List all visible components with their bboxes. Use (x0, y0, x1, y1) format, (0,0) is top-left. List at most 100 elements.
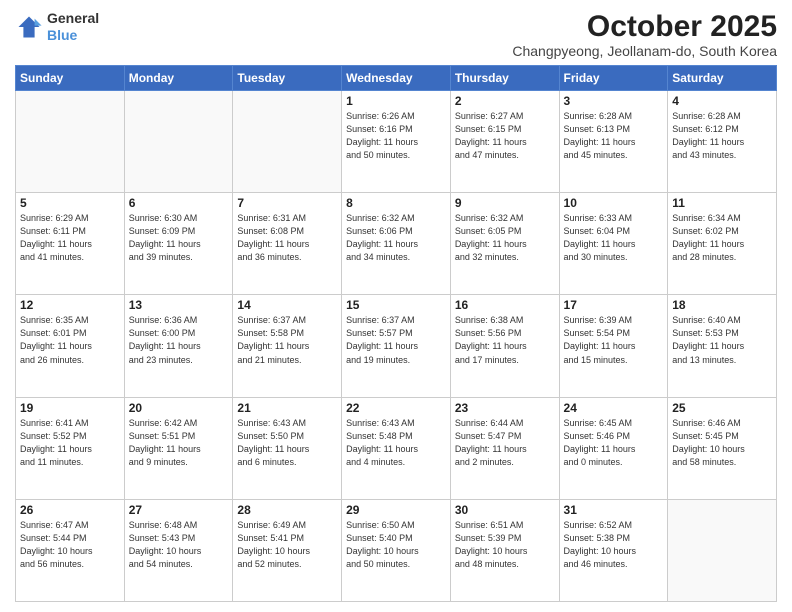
calendar-cell: 24 Sunrise: 6:45 AM Sunset: 5:46 PM Dayli… (559, 397, 668, 499)
calendar-cell: 26 Sunrise: 6:47 AM Sunset: 5:44 PM Dayli… (16, 499, 125, 601)
calendar-cell: 29Sunrise: 6:50 AM Sunset: 5:40 PM Dayli… (342, 499, 451, 601)
calendar-cell (668, 499, 777, 601)
day-number: 2 (455, 94, 555, 108)
calendar-cell: 15 Sunrise: 6:37 AM Sunset: 5:57 PM Dayli… (342, 295, 451, 397)
day-info: Sunrise: 6:40 AM Sunset: 5:53 PM Dayligh… (672, 314, 772, 366)
day-number: 13 (129, 298, 229, 312)
day-info: Sunrise: 6:38 AM Sunset: 5:56 PM Dayligh… (455, 314, 555, 366)
col-friday: Friday (559, 66, 668, 91)
day-info: Sunrise: 6:42 AM Sunset: 5:51 PM Dayligh… (129, 417, 229, 469)
calendar-cell: 17 Sunrise: 6:39 AM Sunset: 5:54 PM Dayli… (559, 295, 668, 397)
day-number: 9 (455, 196, 555, 210)
calendar-cell: 18 Sunrise: 6:40 AM Sunset: 5:53 PM Dayli… (668, 295, 777, 397)
day-number: 1 (346, 94, 446, 108)
logo-text: General Blue (47, 10, 99, 44)
day-info: Sunrise: 6:35 AM Sunset: 6:01 PM Dayligh… (20, 314, 120, 366)
logo: General Blue (15, 10, 99, 44)
day-number: 21 (237, 401, 337, 415)
day-number: 6 (129, 196, 229, 210)
calendar-week-4: 19Sunrise: 6:41 AM Sunset: 5:52 PM Dayli… (16, 397, 777, 499)
day-info: Sunrise: 6:50 AM Sunset: 5:40 PM Dayligh… (346, 519, 446, 571)
day-info: Sunrise: 6:46 AM Sunset: 5:45 PM Dayligh… (672, 417, 772, 469)
day-info: Sunrise: 6:26 AM Sunset: 6:16 PM Dayligh… (346, 110, 446, 162)
calendar-cell: 14 Sunrise: 6:37 AM Sunset: 5:58 PM Dayli… (233, 295, 342, 397)
day-number: 25 (672, 401, 772, 415)
day-info: Sunrise: 6:28 AM Sunset: 6:13 PM Dayligh… (564, 110, 664, 162)
day-number: 18 (672, 298, 772, 312)
calendar-cell: 16 Sunrise: 6:38 AM Sunset: 5:56 PM Dayli… (450, 295, 559, 397)
day-info: Sunrise: 6:28 AM Sunset: 6:12 PM Dayligh… (672, 110, 772, 162)
day-info: Sunrise: 6:37 AM Sunset: 5:58 PM Dayligh… (237, 314, 337, 366)
calendar-cell (124, 91, 233, 193)
day-info: Sunrise: 6:37 AM Sunset: 5:57 PM Dayligh… (346, 314, 446, 366)
calendar-cell: 9 Sunrise: 6:32 AM Sunset: 6:05 PM Daylig… (450, 193, 559, 295)
day-info: Sunrise: 6:44 AM Sunset: 5:47 PM Dayligh… (455, 417, 555, 469)
calendar-cell: 28Sunrise: 6:49 AM Sunset: 5:41 PM Dayli… (233, 499, 342, 601)
col-wednesday: Wednesday (342, 66, 451, 91)
calendar-cell: 3Sunrise: 6:28 AM Sunset: 6:13 PM Daylig… (559, 91, 668, 193)
day-number: 27 (129, 503, 229, 517)
calendar-cell: 27Sunrise: 6:48 AM Sunset: 5:43 PM Dayli… (124, 499, 233, 601)
header: General Blue October 2025 Changpyeong, J… (15, 10, 777, 59)
calendar-week-1: 1 Sunrise: 6:26 AM Sunset: 6:16 PM Daylig… (16, 91, 777, 193)
calendar-table: Sunday Monday Tuesday Wednesday Thursday… (15, 65, 777, 602)
title-block: October 2025 Changpyeong, Jeollanam-do, … (512, 10, 777, 59)
calendar-cell: 20Sunrise: 6:42 AM Sunset: 5:51 PM Dayli… (124, 397, 233, 499)
day-number: 8 (346, 196, 446, 210)
day-info: Sunrise: 6:41 AM Sunset: 5:52 PM Dayligh… (20, 417, 120, 469)
day-info: Sunrise: 6:32 AM Sunset: 6:05 PM Dayligh… (455, 212, 555, 264)
calendar-cell: 11 Sunrise: 6:34 AM Sunset: 6:02 PM Dayli… (668, 193, 777, 295)
calendar-cell: 1 Sunrise: 6:26 AM Sunset: 6:16 PM Daylig… (342, 91, 451, 193)
calendar-cell: 25 Sunrise: 6:46 AM Sunset: 5:45 PM Dayli… (668, 397, 777, 499)
day-number: 7 (237, 196, 337, 210)
day-number: 26 (20, 503, 120, 517)
day-info: Sunrise: 6:39 AM Sunset: 5:54 PM Dayligh… (564, 314, 664, 366)
day-info: Sunrise: 6:29 AM Sunset: 6:11 PM Dayligh… (20, 212, 120, 264)
day-info: Sunrise: 6:52 AM Sunset: 5:38 PM Dayligh… (564, 519, 664, 571)
day-info: Sunrise: 6:49 AM Sunset: 5:41 PM Dayligh… (237, 519, 337, 571)
logo-blue: Blue (47, 27, 99, 44)
day-info: Sunrise: 6:51 AM Sunset: 5:39 PM Dayligh… (455, 519, 555, 571)
day-info: Sunrise: 6:45 AM Sunset: 5:46 PM Dayligh… (564, 417, 664, 469)
day-info: Sunrise: 6:47 AM Sunset: 5:44 PM Dayligh… (20, 519, 120, 571)
calendar-cell: 31Sunrise: 6:52 AM Sunset: 5:38 PM Dayli… (559, 499, 668, 601)
logo-icon (15, 13, 43, 41)
calendar-cell: 10 Sunrise: 6:33 AM Sunset: 6:04 PM Dayli… (559, 193, 668, 295)
calendar-cell: 6 Sunrise: 6:30 AM Sunset: 6:09 PM Daylig… (124, 193, 233, 295)
day-number: 14 (237, 298, 337, 312)
day-number: 4 (672, 94, 772, 108)
calendar-cell (16, 91, 125, 193)
calendar-cell: 21 Sunrise: 6:43 AM Sunset: 5:50 PM Dayli… (233, 397, 342, 499)
calendar-cell: 5 Sunrise: 6:29 AM Sunset: 6:11 PM Daylig… (16, 193, 125, 295)
calendar-cell: 12 Sunrise: 6:35 AM Sunset: 6:01 PM Dayli… (16, 295, 125, 397)
day-number: 17 (564, 298, 664, 312)
calendar-header-row: Sunday Monday Tuesday Wednesday Thursday… (16, 66, 777, 91)
day-info: Sunrise: 6:34 AM Sunset: 6:02 PM Dayligh… (672, 212, 772, 264)
col-tuesday: Tuesday (233, 66, 342, 91)
calendar-cell: 2 Sunrise: 6:27 AM Sunset: 6:15 PM Daylig… (450, 91, 559, 193)
day-info: Sunrise: 6:30 AM Sunset: 6:09 PM Dayligh… (129, 212, 229, 264)
calendar-cell: 19Sunrise: 6:41 AM Sunset: 5:52 PM Dayli… (16, 397, 125, 499)
month-title: October 2025 (512, 10, 777, 43)
col-sunday: Sunday (16, 66, 125, 91)
calendar-cell: 13Sunrise: 6:36 AM Sunset: 6:00 PM Dayli… (124, 295, 233, 397)
page: General Blue October 2025 Changpyeong, J… (0, 0, 792, 612)
col-monday: Monday (124, 66, 233, 91)
day-number: 10 (564, 196, 664, 210)
day-info: Sunrise: 6:31 AM Sunset: 6:08 PM Dayligh… (237, 212, 337, 264)
day-number: 12 (20, 298, 120, 312)
col-saturday: Saturday (668, 66, 777, 91)
day-number: 16 (455, 298, 555, 312)
day-info: Sunrise: 6:27 AM Sunset: 6:15 PM Dayligh… (455, 110, 555, 162)
day-number: 5 (20, 196, 120, 210)
calendar-cell: 4 Sunrise: 6:28 AM Sunset: 6:12 PM Daylig… (668, 91, 777, 193)
day-number: 22 (346, 401, 446, 415)
day-info: Sunrise: 6:33 AM Sunset: 6:04 PM Dayligh… (564, 212, 664, 264)
day-number: 11 (672, 196, 772, 210)
day-number: 15 (346, 298, 446, 312)
day-info: Sunrise: 6:32 AM Sunset: 6:06 PM Dayligh… (346, 212, 446, 264)
day-info: Sunrise: 6:43 AM Sunset: 5:50 PM Dayligh… (237, 417, 337, 469)
day-number: 24 (564, 401, 664, 415)
day-info: Sunrise: 6:43 AM Sunset: 5:48 PM Dayligh… (346, 417, 446, 469)
day-number: 23 (455, 401, 555, 415)
